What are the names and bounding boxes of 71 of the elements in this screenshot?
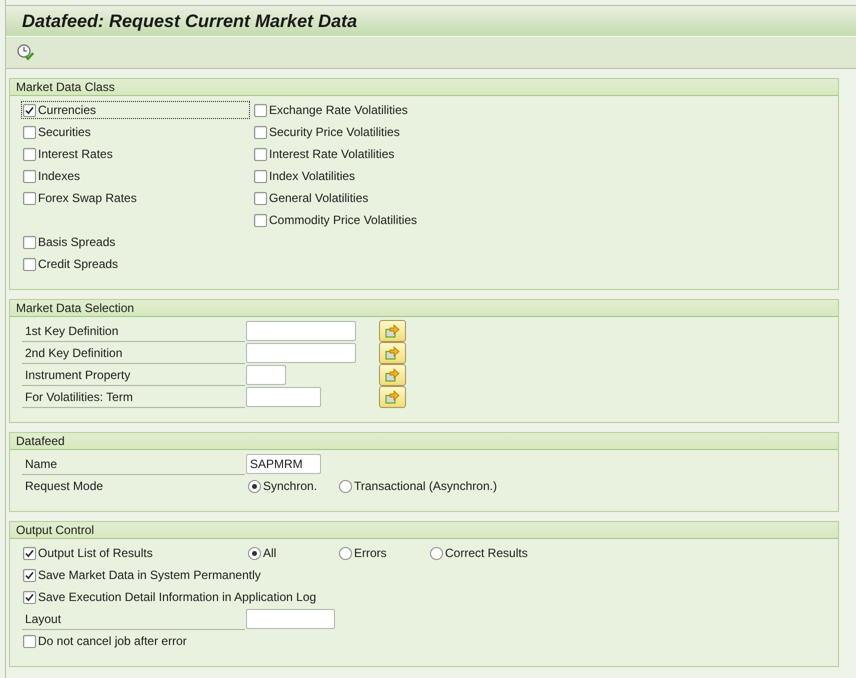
window-title: Datafeed: Request Current Market Data <box>22 10 358 32</box>
radio-button[interactable] <box>339 546 352 560</box>
checkbox[interactable] <box>23 568 36 582</box>
checkbox-label: Indexes <box>38 169 80 183</box>
radio-label: Transactional (Asynchron.) <box>354 479 497 493</box>
checkbox-label: Forex Swap Rates <box>38 191 137 205</box>
field-label: Layout <box>22 608 245 630</box>
checkbox[interactable] <box>23 192 36 204</box>
checkbox[interactable] <box>23 590 36 604</box>
checkbox[interactable] <box>23 236 36 248</box>
section-header: Market Data Selection <box>10 300 838 317</box>
checkbox[interactable] <box>23 546 36 560</box>
multiple-selection-button[interactable] <box>379 364 406 386</box>
section-header: Datafeed <box>10 433 838 450</box>
checkbox[interactable] <box>23 634 36 648</box>
field-label: Request Mode <box>24 478 104 494</box>
clock-check-icon[interactable] <box>17 44 34 61</box>
checkbox-label: Commodity Price Volatilities <box>269 213 418 227</box>
input-field[interactable] <box>246 365 286 385</box>
arrow-box-icon <box>385 390 400 404</box>
radio-label: Synchron. <box>263 479 318 493</box>
checkbox-label: Do not cancel job after error <box>38 634 187 648</box>
checkbox[interactable] <box>23 126 36 138</box>
input-field[interactable] <box>246 343 356 363</box>
field-label: Name <box>22 453 245 475</box>
checkbox-label: Basis Spreads <box>38 235 116 249</box>
checkbox-label: Output List of Results <box>38 546 153 560</box>
field-label: For Volatilities: Term <box>22 386 245 408</box>
radio-button[interactable] <box>339 480 352 492</box>
checkbox[interactable] <box>254 170 267 182</box>
checkbox[interactable] <box>254 192 267 204</box>
checkbox-label: Currencies <box>38 103 96 117</box>
checkbox-label: Index Volatilities <box>269 169 356 183</box>
checkbox-label: Securities <box>38 125 91 139</box>
checkbox[interactable] <box>23 148 36 160</box>
section-header: Market Data Class <box>10 79 838 96</box>
multiple-selection-button[interactable] <box>379 320 406 342</box>
checkbox-label: Interest Rates <box>38 147 113 161</box>
checkbox-label: Save Market Data in System Permanently <box>38 568 261 582</box>
arrow-box-icon <box>385 368 400 382</box>
checkbox[interactable] <box>23 170 36 182</box>
input-field[interactable] <box>246 321 356 341</box>
section-header: Output Control <box>10 522 838 539</box>
input-field[interactable]: SAPMRM <box>246 454 321 474</box>
field-label: 2nd Key Definition <box>22 342 245 364</box>
radio-button[interactable] <box>248 480 261 492</box>
checkbox[interactable] <box>254 148 267 160</box>
field-label: 1st Key Definition <box>22 320 245 342</box>
input-field[interactable] <box>246 387 321 407</box>
input-field[interactable] <box>246 609 335 629</box>
radio-button[interactable] <box>430 546 443 560</box>
checkbox[interactable] <box>23 104 36 116</box>
radio-button[interactable] <box>248 546 261 560</box>
checkbox-label: General Volatilities <box>269 191 368 205</box>
radio-label: All <box>263 546 276 560</box>
multiple-selection-button[interactable] <box>379 386 406 408</box>
checkbox[interactable] <box>254 126 267 138</box>
checkbox[interactable] <box>23 258 36 270</box>
checkbox[interactable] <box>254 214 267 226</box>
radio-label: Correct Results <box>445 546 528 560</box>
checkbox[interactable] <box>254 104 267 116</box>
field-label: Instrument Property <box>22 364 245 386</box>
checkbox-label: Save Execution Detail Information in Application Log <box>38 590 316 604</box>
radio-label: Errors <box>354 546 387 560</box>
checkbox-label: Exchange Rate Volatilities <box>269 103 408 117</box>
checkbox-label: Interest Rate Volatilities <box>269 147 394 161</box>
arrow-box-icon <box>385 346 400 360</box>
checkbox-label: Credit Spreads <box>38 257 118 271</box>
checkbox-label: Security Price Volatilities <box>269 125 400 139</box>
arrow-box-icon <box>385 324 400 338</box>
multiple-selection-button[interactable] <box>379 342 406 364</box>
